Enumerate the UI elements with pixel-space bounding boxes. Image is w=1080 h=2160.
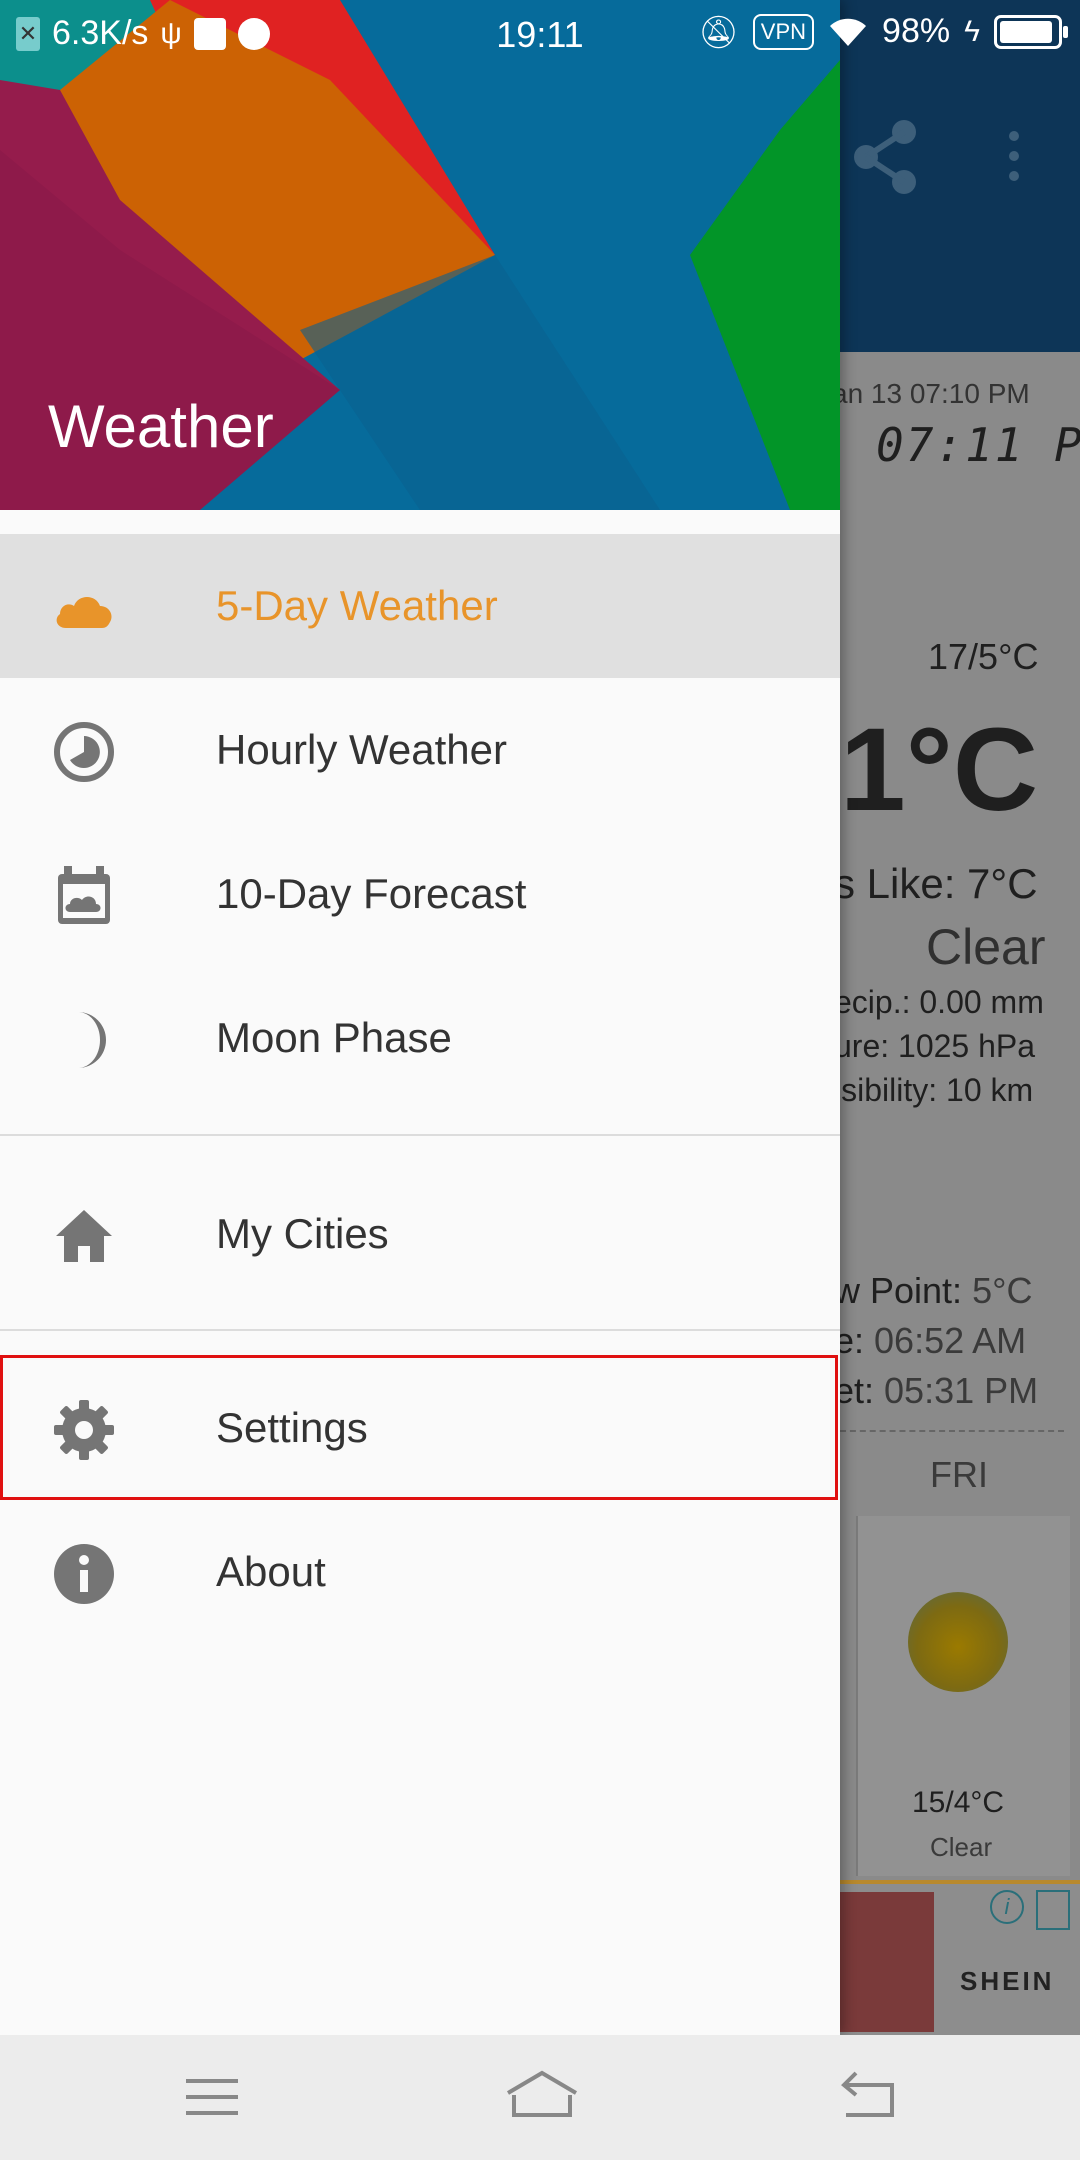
condition: Clear <box>926 919 1046 975</box>
date-time: an 13 07:10 PM <box>832 378 1030 409</box>
clock-icon <box>54 722 114 782</box>
sunset: et: 05:31 PM <box>834 1370 1039 1411</box>
menu-item-hourly-weather[interactable]: Hourly Weather <box>0 678 840 822</box>
calendar-icon <box>58 866 110 924</box>
ad-choices-icon[interactable] <box>1036 1890 1070 1930</box>
gear-icon <box>54 1400 114 1460</box>
menu-divider <box>0 1329 840 1331</box>
more-options-icon[interactable] <box>1004 130 1024 182</box>
vpn-badge: VPN <box>752 13 815 50</box>
ad-image <box>838 1892 934 2032</box>
battery-percent: 98% <box>882 12 951 50</box>
ad-info-icon[interactable]: i <box>990 1890 1024 1924</box>
visibility: isibility: 10 km <box>834 1072 1034 1108</box>
cloud-icon <box>56 597 112 628</box>
home-icon <box>56 1210 112 1262</box>
menu-item-settings[interactable]: Settings <box>0 1356 840 1500</box>
menu-item-moon-phase[interactable]: Moon Phase <box>0 966 840 1110</box>
sun-icon <box>908 1592 1008 1692</box>
forecast-condition: Clear <box>930 1832 993 1862</box>
menu-item-label: About <box>216 1548 326 1595</box>
wifi-icon <box>830 18 867 46</box>
menu-icon[interactable] <box>178 2065 248 2129</box>
menu-divider <box>0 1134 840 1136</box>
sunrise: e: 06:52 AM <box>834 1320 1027 1361</box>
drawer-title: Weather <box>48 393 274 460</box>
menu-item-label: Settings <box>216 1404 368 1451</box>
info-icon <box>54 1544 114 1604</box>
dew-point: w Point: 5°C <box>834 1270 1033 1311</box>
forecast-card[interactable] <box>856 1516 1070 1876</box>
ad-brand: SHEIN <box>960 1966 1055 1996</box>
menu-item-label: Moon Phase <box>216 1014 452 1061</box>
hi-lo-temp: 17/5°C <box>928 636 1039 677</box>
menu-item-label: 10-Day Forecast <box>216 870 527 917</box>
menu-item-label: Hourly Weather <box>216 726 508 773</box>
system-nav-bar <box>0 2035 1080 2160</box>
drawer-header: Weather <box>0 0 840 510</box>
mute-icon: 🔕︎ <box>698 13 739 50</box>
menu-item-my-cities[interactable]: My Cities <box>0 1162 840 1306</box>
charging-icon: ϟ <box>964 14 980 48</box>
navigation-drawer: Weather 5-Day Weather Hourly Weather 10-… <box>0 0 840 2035</box>
precipitation: ecip.: 0.00 mm <box>834 984 1044 1020</box>
menu-item-10-day-forecast[interactable]: 10-Day Forecast <box>0 822 840 966</box>
digital-clock: 07:11 PM <box>876 418 1080 472</box>
share-icon[interactable] <box>852 118 922 196</box>
feels-like: s Like: 7°C <box>834 860 1038 907</box>
forecast-day: FRI <box>930 1454 988 1495</box>
moon-icon <box>78 1012 106 1068</box>
menu-item-about[interactable]: About <box>0 1500 840 1644</box>
back-icon[interactable] <box>834 2065 904 2129</box>
current-temp: 1°C <box>840 704 1039 836</box>
battery-icon <box>994 14 1068 49</box>
menu-item-5-day-weather[interactable]: 5-Day Weather <box>0 534 840 678</box>
status-bar: ✕ 6.3K/s ψ 19:11 🔕︎ VPN 98% ϟ <box>0 0 1080 72</box>
home-nav-icon[interactable] <box>502 2065 582 2129</box>
forecast-divider <box>840 1430 1064 1432</box>
pressure: ure: 1025 hPa <box>834 1028 1036 1064</box>
forecast-temp: 15/4°C <box>912 1786 1005 1819</box>
menu-item-label: 5-Day Weather <box>216 582 498 629</box>
menu-item-label: My Cities <box>216 1210 389 1257</box>
